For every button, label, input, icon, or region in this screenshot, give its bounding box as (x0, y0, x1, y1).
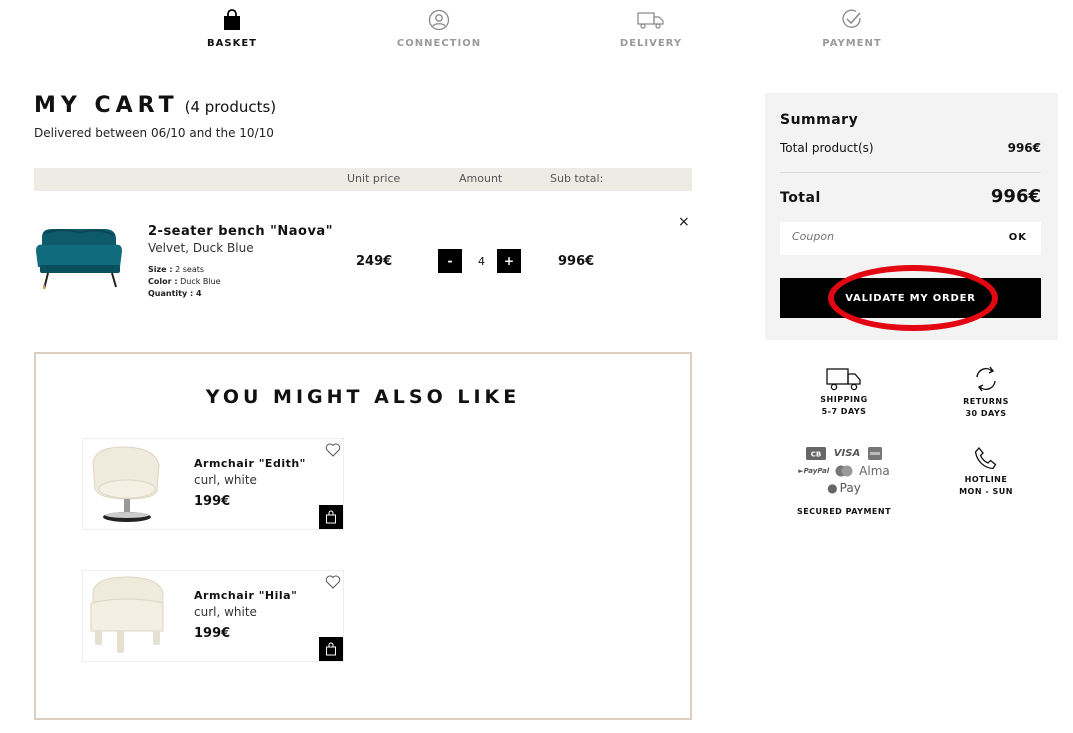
header-subtotal: Sub total: (550, 172, 604, 185)
product-name[interactable]: Armchair "Hila" (194, 589, 297, 602)
step-label: CONNECTION (396, 38, 482, 49)
checkout-steps: BASKET CONNECTION DELIVERY PAYMENT (0, 8, 1073, 52)
shipping-label: SHIPPING (820, 395, 868, 404)
page-title: MY CART (34, 93, 179, 118)
product-quantity: Quantity : 4 (148, 289, 202, 298)
header-amount: Amount (459, 172, 503, 185)
product-card[interactable]: Armchair "Hila" curl, white 199€ (82, 570, 344, 662)
returns-days: 30 DAYS (965, 409, 1007, 418)
coupon-input[interactable] (792, 230, 972, 243)
order-summary: Summary Total product(s) 996€ Total 996€… (765, 93, 1058, 340)
secured-payment-label: SECURED PAYMENT (796, 507, 892, 516)
add-to-cart-button[interactable] (319, 637, 343, 661)
validate-order-button[interactable]: VALIDATE MY ORDER (780, 278, 1041, 318)
amex-card-icon (868, 447, 883, 460)
alma-logo: Alma (859, 463, 890, 478)
cart-item-row: 2-seater bench "Naova" Velvet, Duck Blue… (34, 200, 692, 320)
product-price: 199€ (194, 626, 231, 641)
refresh-icon (950, 364, 1022, 394)
visa-logo: VISA (833, 448, 861, 459)
product-image (87, 573, 167, 659)
apple-icon: ● (827, 480, 838, 495)
step-connection[interactable]: CONNECTION (369, 8, 509, 49)
coupon-field: OK (780, 222, 1041, 255)
product-name[interactable]: 2-seater bench "Naova" (148, 224, 333, 239)
product-price: 199€ (194, 494, 231, 509)
shopping-bag-icon (326, 642, 336, 656)
item-subtotal: 996€ (558, 254, 595, 269)
product-image[interactable] (34, 225, 124, 295)
cart-table-header: Unit price Amount Sub total: (34, 168, 692, 191)
returns-label: RETURNS (963, 397, 1009, 406)
user-circle-icon (369, 8, 509, 32)
product-image (87, 441, 167, 527)
step-label: DELIVERY (619, 38, 683, 49)
quantity-value: 4 (478, 255, 485, 268)
payment-logos: CB VISA ►PayPal Alma ● Pay (790, 445, 898, 496)
heart-icon[interactable] (325, 574, 341, 590)
product-name[interactable]: Armchair "Edith" (194, 457, 306, 470)
hotline-label: HOTLINE (964, 475, 1008, 484)
product-variant: Velvet, Duck Blue (148, 241, 254, 255)
delivery-truck-icon (808, 366, 880, 392)
product-variant: curl, white (194, 605, 257, 619)
product-count: (4 products) (184, 98, 277, 116)
paypal-logo: ►PayPal (798, 466, 830, 475)
phone-icon (950, 446, 1022, 472)
cart-heading: MY CART (4 products) (34, 93, 276, 118)
shopping-bag-icon (326, 510, 336, 524)
increase-quantity-button[interactable]: + (497, 249, 521, 273)
total-products-row: Total product(s) 996€ (780, 141, 1041, 155)
product-variant: curl, white (194, 473, 257, 487)
shipping-days: 5-7 DAYS (821, 407, 867, 416)
header-unit-price: Unit price (347, 172, 401, 185)
total-products-label: Total product(s) (780, 141, 874, 155)
step-payment[interactable]: PAYMENT (782, 8, 922, 49)
delivery-estimate: Delivered between 06/10 and the 10/10 (34, 126, 274, 140)
summary-title: Summary (780, 112, 859, 128)
product-card[interactable]: Armchair "Edith" curl, white 199€ (82, 438, 344, 530)
product-color: Color : Duck Blue (148, 277, 221, 286)
decrease-quantity-button[interactable]: - (438, 249, 462, 273)
svg-text:CB: CB (811, 451, 821, 459)
returns-info: RETURNS 30 DAYS (950, 364, 1022, 420)
step-label: BASKET (207, 38, 257, 49)
remove-item-button[interactable]: × (678, 214, 690, 230)
unit-price: 249€ (356, 254, 393, 269)
step-basket[interactable]: BASKET (162, 8, 302, 49)
delivery-truck-icon (581, 8, 721, 32)
product-size: Size : 2 seats (148, 265, 205, 274)
recommendations-title: YOU MIGHT ALSO LIKE (205, 386, 521, 408)
heart-icon[interactable] (325, 442, 341, 458)
step-delivery[interactable]: DELIVERY (581, 8, 721, 49)
check-circle-icon (782, 8, 922, 32)
divider (780, 172, 1041, 173)
total-products-value: 996€ (1007, 141, 1041, 155)
total-value: 996€ (990, 186, 1041, 207)
shopping-bag-icon (162, 8, 302, 32)
hotline-info: HOTLINE MON - SUN (950, 446, 1022, 498)
recommendations-section: YOU MIGHT ALSO LIKE Armchair "Edith" cur… (34, 352, 692, 720)
total-row: Total 996€ (780, 186, 1041, 207)
mastercard-icon (835, 465, 853, 476)
cb-card-icon: CB (805, 447, 826, 460)
step-label: PAYMENT (822, 38, 882, 49)
hotline-hours: MON - SUN (959, 487, 1013, 496)
shipping-info: SHIPPING 5-7 DAYS (808, 366, 880, 418)
total-label: Total (780, 190, 821, 206)
add-to-cart-button[interactable] (319, 505, 343, 529)
apple-pay-logo: Pay (839, 480, 861, 495)
coupon-ok-button[interactable]: OK (1009, 232, 1027, 243)
